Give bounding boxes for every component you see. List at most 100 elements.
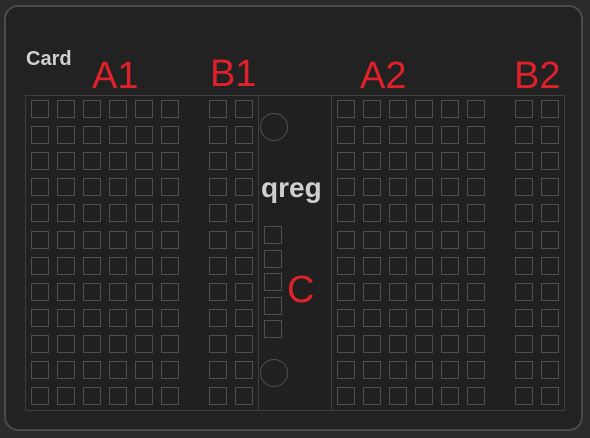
hole-a1 — [161, 204, 179, 222]
hole-a2 — [337, 283, 355, 301]
hole-a1 — [31, 335, 49, 353]
hole-a1 — [135, 361, 153, 379]
hole-a2 — [467, 204, 485, 222]
hole-a1 — [31, 231, 49, 249]
hole-a1 — [31, 178, 49, 196]
hole-b1 — [209, 152, 227, 170]
hole-b2 — [541, 387, 559, 405]
hole-b1 — [209, 309, 227, 327]
hole-a1 — [109, 152, 127, 170]
hole-a1 — [31, 309, 49, 327]
hole-b2 — [515, 126, 533, 144]
region-label-b1: B1 — [210, 53, 257, 95]
hole-b1 — [235, 204, 253, 222]
hole-a2 — [389, 100, 407, 118]
hole-b1 — [235, 335, 253, 353]
hole-a1 — [135, 152, 153, 170]
hole-a1 — [109, 126, 127, 144]
hole-a2 — [389, 361, 407, 379]
hole-b2 — [515, 231, 533, 249]
hole-a1 — [31, 257, 49, 275]
hole-a2 — [467, 257, 485, 275]
hole-a1 — [83, 335, 101, 353]
hole-a2 — [415, 231, 433, 249]
hole-a1 — [109, 361, 127, 379]
hole-a1 — [161, 283, 179, 301]
hole-a1 — [57, 387, 75, 405]
hole-a1 — [109, 257, 127, 275]
region-label-b2: B2 — [514, 55, 561, 97]
hole-b2 — [515, 257, 533, 275]
hole-a2 — [337, 361, 355, 379]
hole-b2 — [541, 178, 559, 196]
hole-a2 — [441, 126, 459, 144]
hole-a1 — [135, 387, 153, 405]
hole-a2 — [415, 178, 433, 196]
hole-b1 — [235, 126, 253, 144]
hole-a1 — [83, 257, 101, 275]
hole-a2 — [441, 335, 459, 353]
hole-b2 — [541, 152, 559, 170]
hole-a2 — [363, 335, 381, 353]
hole-a1 — [57, 126, 75, 144]
hole-a1 — [31, 361, 49, 379]
hole-a1 — [161, 387, 179, 405]
region-label-qreg: qreg — [261, 172, 322, 203]
hole-a1 — [83, 152, 101, 170]
hole-b1 — [235, 387, 253, 405]
hole-a1 — [161, 152, 179, 170]
hole-a1 — [57, 204, 75, 222]
hole-a2 — [467, 152, 485, 170]
hole-a1 — [31, 283, 49, 301]
hole-a1 — [57, 100, 75, 118]
hole-a2 — [441, 204, 459, 222]
hole-a2 — [415, 309, 433, 327]
hole-a2 — [363, 283, 381, 301]
hole-a2 — [441, 231, 459, 249]
hole-a1 — [161, 100, 179, 118]
hole-a1 — [109, 231, 127, 249]
hole-a2 — [415, 387, 433, 405]
hole-a2 — [337, 309, 355, 327]
hole-b1 — [235, 257, 253, 275]
hole-b2 — [541, 335, 559, 353]
hole-a2 — [363, 204, 381, 222]
hole-a2 — [467, 100, 485, 118]
hole-a2 — [389, 231, 407, 249]
hole-a1 — [83, 100, 101, 118]
hole-a2 — [389, 178, 407, 196]
hole-a1 — [161, 257, 179, 275]
hole-a2 — [389, 387, 407, 405]
hole-b2 — [541, 100, 559, 118]
hole-b2 — [541, 231, 559, 249]
hole-a2 — [415, 361, 433, 379]
hole-b1 — [209, 387, 227, 405]
hole-a2 — [363, 152, 381, 170]
hole-b1 — [235, 361, 253, 379]
hole-a1 — [57, 257, 75, 275]
divider-right — [331, 95, 332, 411]
hole-b1 — [209, 126, 227, 144]
hole-b1 — [209, 335, 227, 353]
hole-a2 — [467, 309, 485, 327]
hole-b1 — [209, 257, 227, 275]
hole-c — [264, 226, 282, 244]
hole-a1 — [83, 126, 101, 144]
hole-a2 — [415, 283, 433, 301]
hole-a1 — [57, 178, 75, 196]
hole-a2 — [337, 178, 355, 196]
hole-a1 — [57, 152, 75, 170]
hole-a2 — [337, 152, 355, 170]
hole-a1 — [161, 231, 179, 249]
hole-a2 — [415, 257, 433, 275]
hole-a2 — [441, 100, 459, 118]
hole-a2 — [415, 126, 433, 144]
hole-a1 — [135, 204, 153, 222]
hole-b1 — [209, 204, 227, 222]
hole-c — [264, 249, 282, 268]
hole-a1 — [135, 283, 153, 301]
hole-a2 — [389, 309, 407, 327]
hole-a2 — [363, 231, 381, 249]
region-label-a2: A2 — [360, 55, 407, 97]
hole-a2 — [467, 335, 485, 353]
